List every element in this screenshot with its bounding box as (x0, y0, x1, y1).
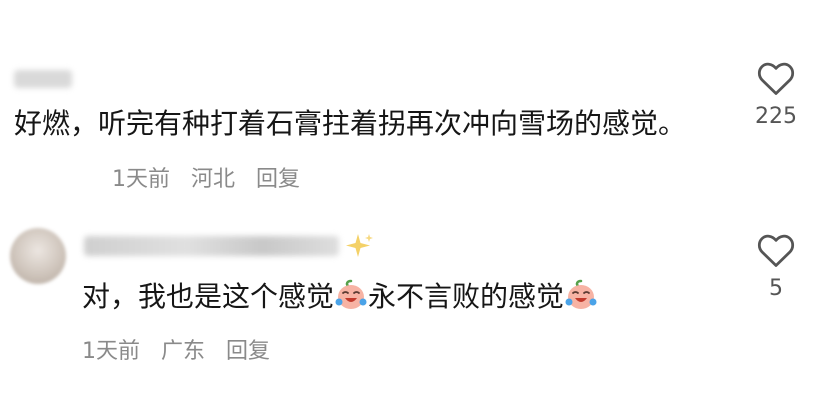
avatar[interactable] (10, 228, 66, 284)
comment-2-text: 对，我也是这个感觉 永不言败的感觉 (82, 275, 598, 319)
comment-2-time: 1天前 (82, 339, 140, 364)
comment-1-location: 河北 (191, 167, 236, 192)
comment-2-text-part1: 对，我也是这个感觉 (82, 280, 335, 313)
comment-2-like-count: 5 (769, 276, 783, 301)
comment-1-text: 好燃，听完有种打着石膏拄着拐再次冲向雪场的感觉。 (14, 107, 687, 140)
comment-1-like-button[interactable]: 225 (740, 60, 812, 129)
comment-2-text-part2: 永不言败的感觉 (368, 280, 565, 313)
comment-2-location: 广东 (161, 339, 206, 364)
comment-1-reply-button[interactable]: 回复 (256, 167, 300, 192)
crying-laughing-emoji-icon (335, 279, 367, 309)
comment-1-time: 1天前 (112, 167, 170, 192)
comment-1-like-count: 225 (755, 104, 797, 129)
comment-2-like-button[interactable]: 5 (740, 232, 812, 301)
crying-laughing-emoji-icon (565, 279, 597, 309)
sparkle-badge-icon (346, 234, 373, 257)
comment-2-meta: 1天前 广东 回复 (82, 337, 284, 367)
comment-1-meta: 1天前 河北 回复 (112, 165, 314, 195)
heart-outline-icon (757, 62, 795, 95)
heart-outline-icon (757, 234, 795, 267)
comment-2-reply-button[interactable]: 回复 (226, 339, 270, 364)
